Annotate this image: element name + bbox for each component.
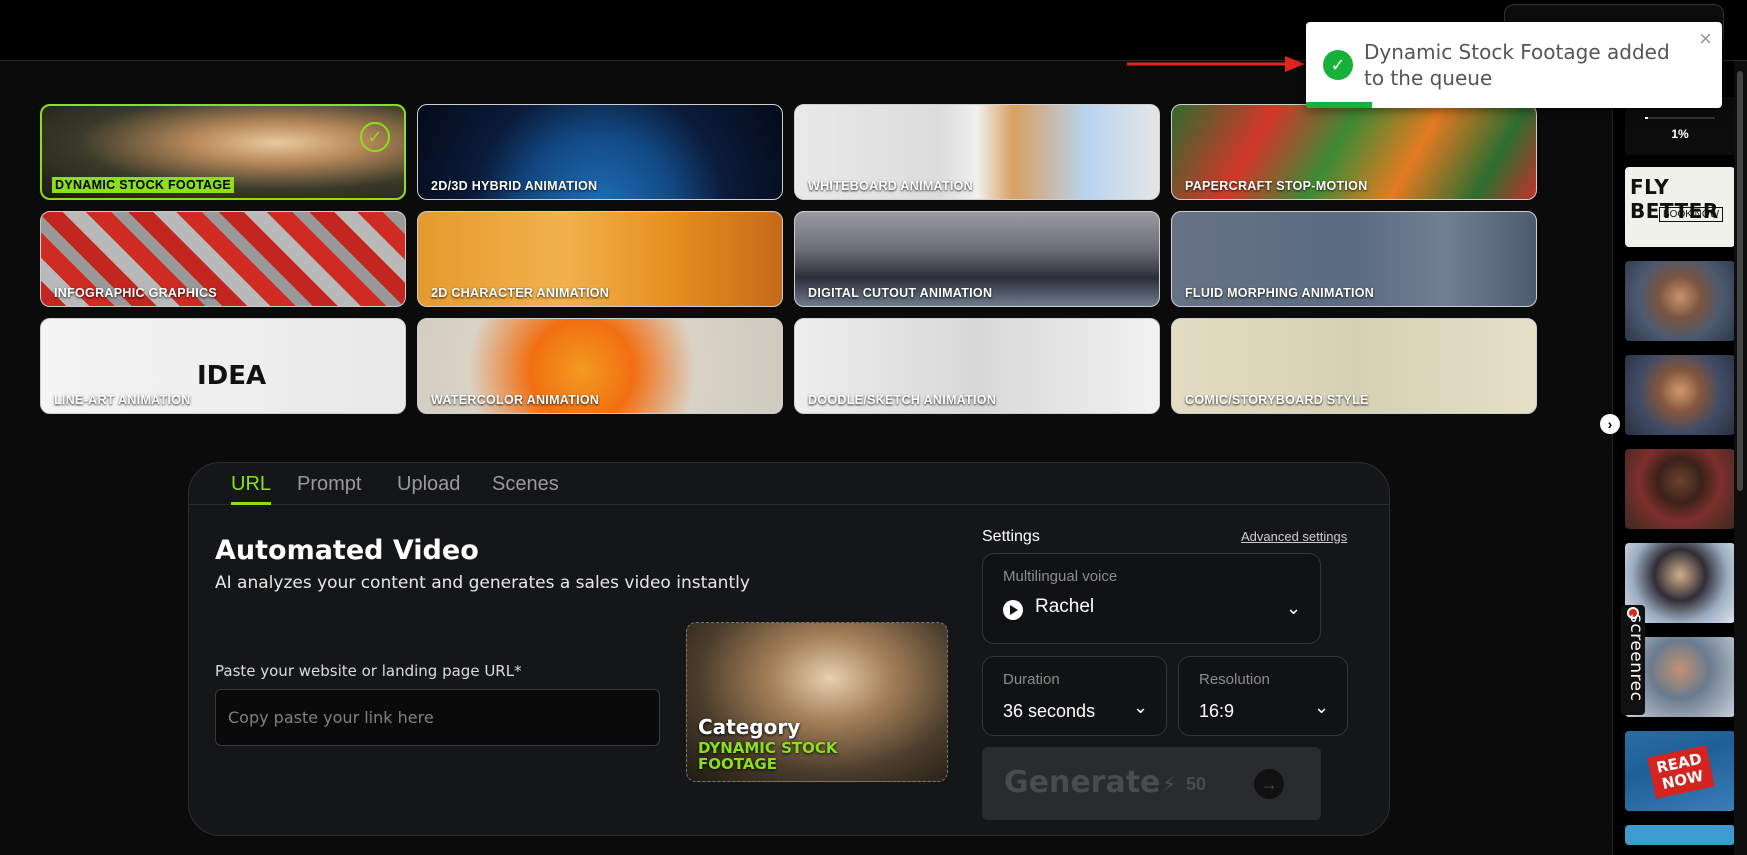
toast-message: Dynamic Stock Footage added to the queue <box>1364 40 1670 90</box>
style-card-fluid-morphing[interactable]: FLUID MORPHING ANIMATION <box>1171 211 1537 307</box>
style-card-label: COMIC/STORYBOARD STYLE <box>1185 393 1369 407</box>
style-card-2d-character[interactable]: 2D CHARACTER ANIMATION <box>417 211 783 307</box>
style-card-2d-3d-hybrid[interactable]: 2D/3D HYBRID ANIMATION <box>417 104 783 200</box>
style-card-infographic[interactable]: INFOGRAPHIC GRAPHICS <box>40 211 406 307</box>
settings-heading: Settings <box>982 528 1040 545</box>
style-card-label: 2D CHARACTER ANIMATION <box>431 286 610 300</box>
selected-check-icon: ✓ <box>360 122 390 152</box>
close-icon[interactable]: × <box>1699 28 1712 50</box>
style-card-watercolor[interactable]: WATERCOLOR ANIMATION <box>417 318 783 414</box>
scrollbar-thumb[interactable] <box>1737 71 1743 491</box>
chevron-down-icon: ⌄ <box>1314 697 1330 717</box>
check-circle-icon: ✓ <box>1323 50 1353 80</box>
resolution-label: Resolution <box>1199 671 1270 688</box>
duration-select[interactable]: Duration 36 seconds ⌄ <box>982 656 1167 736</box>
sidebar-thumb-avatar[interactable] <box>1625 355 1735 435</box>
style-card-label: DOODLE/SKETCH ANIMATION <box>808 393 997 407</box>
style-card-label: WATERCOLOR ANIMATION <box>431 393 600 407</box>
tab-url[interactable]: URL <box>231 473 271 496</box>
style-card-label: DIGITAL CUTOUT ANIMATION <box>808 286 993 300</box>
automated-video-panel: URL Prompt Upload Scenes Automated Video… <box>188 462 1390 836</box>
style-card-label: WHITEBOARD ANIMATION <box>808 179 974 193</box>
chevron-right-icon[interactable]: › <box>1600 414 1620 434</box>
idea-sketch-text: IDEA <box>197 361 267 391</box>
style-card-label: PAPERCRAFT STOP-MOTION <box>1185 179 1368 193</box>
sidebar-thumb-avatar[interactable] <box>1625 261 1735 341</box>
style-card-line-art[interactable]: IDEA LINE-ART ANIMATION <box>40 318 406 414</box>
style-card-label: FLUID MORPHING ANIMATION <box>1185 286 1375 300</box>
style-card-label: DYNAMIC STOCK FOOTAGE <box>52 177 234 193</box>
duration-label: Duration <box>1003 671 1060 688</box>
tab-scenes[interactable]: Scenes <box>492 473 559 496</box>
progress-fill <box>1645 117 1648 119</box>
style-grid: ✓ DYNAMIC STOCK FOOTAGE 2D/3D HYBRID ANI… <box>40 104 1537 414</box>
chevron-down-icon: ⌄ <box>1286 598 1302 618</box>
sidebar-thumb-partial[interactable] <box>1625 825 1735 845</box>
toast-notification: ✓ Dynamic Stock Footage added to the que… <box>1306 22 1722 108</box>
style-card-doodle-sketch[interactable]: DOODLE/SKETCH ANIMATION <box>794 318 1160 414</box>
voice-value: Rachel <box>1035 596 1095 617</box>
style-card-whiteboard[interactable]: WHITEBOARD ANIMATION <box>794 104 1160 200</box>
tab-prompt[interactable]: Prompt <box>297 473 361 496</box>
category-card[interactable]: Category DYNAMIC STOCK FOOTAGE <box>686 622 948 782</box>
style-card-comic-storyboard[interactable]: COMIC/STORYBOARD STYLE <box>1171 318 1537 414</box>
lightning-icon: ⚡ <box>1162 774 1177 796</box>
read-now-badge: READ NOW <box>1647 745 1715 799</box>
generate-button[interactable]: Generate ⚡ 50 → <box>982 747 1321 820</box>
style-card-label: INFOGRAPHIC GRAPHICS <box>54 286 217 300</box>
category-value: DYNAMIC STOCK FOOTAGE <box>698 739 838 773</box>
input-tabs: URL Prompt Upload Scenes <box>189 463 1389 505</box>
red-arrow-annotation <box>1127 56 1305 72</box>
style-card-dynamic-stock-footage[interactable]: ✓ DYNAMIC STOCK FOOTAGE <box>40 104 406 200</box>
url-field-label: Paste your website or landing page URL* <box>215 662 522 680</box>
chevron-down-icon: ⌄ <box>1133 697 1149 717</box>
duration-value: 36 seconds <box>1003 701 1096 721</box>
page-title: Automated Video <box>215 535 479 566</box>
book-now-text: BOOK NOW <box>1659 207 1724 222</box>
style-card-papercraft[interactable]: PAPERCRAFT STOP-MOTION <box>1171 104 1537 200</box>
scrollbar[interactable] <box>1734 61 1747 855</box>
voice-select[interactable]: Multilingual voice Rachel ⌄ <box>982 553 1321 644</box>
tab-upload[interactable]: Upload <box>397 473 460 496</box>
active-tab-underline <box>231 502 271 505</box>
page-subtitle: AI analyzes your content and generates a… <box>215 573 750 593</box>
category-title: Category <box>698 715 801 739</box>
voice-label: Multilingual voice <box>1003 568 1118 585</box>
progress-track <box>1645 117 1715 119</box>
style-card-label: LINE-ART ANIMATION <box>54 393 191 407</box>
screenrec-label: screenrec <box>1626 614 1646 702</box>
sidebar-thumb-read-now[interactable]: READ NOW <box>1625 731 1735 811</box>
url-input[interactable] <box>215 689 660 746</box>
generate-cost: 50 <box>1186 774 1207 794</box>
right-sidebar: 1% FLY BETTER BOOK NOW READ NOW <box>1612 61 1735 855</box>
generate-label: Generate <box>1004 765 1161 800</box>
style-card-digital-cutout[interactable]: DIGITAL CUTOUT ANIMATION <box>794 211 1160 307</box>
play-icon[interactable] <box>1003 600 1023 620</box>
advanced-settings-link[interactable]: Advanced settings <box>1241 529 1347 544</box>
screenrec-widget[interactable]: screenrec <box>1621 605 1646 715</box>
resolution-select[interactable]: Resolution 16:9 ⌄ <box>1178 656 1348 736</box>
sidebar-thumb-fly-better[interactable]: FLY BETTER BOOK NOW <box>1625 167 1735 247</box>
style-card-label: 2D/3D HYBRID ANIMATION <box>431 179 598 193</box>
resolution-value: 16:9 <box>1199 701 1235 721</box>
arrow-right-icon: → <box>1254 769 1284 799</box>
sidebar-thumb-avatar[interactable] <box>1625 449 1735 529</box>
progress-percent: 1% <box>1671 127 1689 141</box>
toast-timer-bar <box>1306 102 1372 108</box>
